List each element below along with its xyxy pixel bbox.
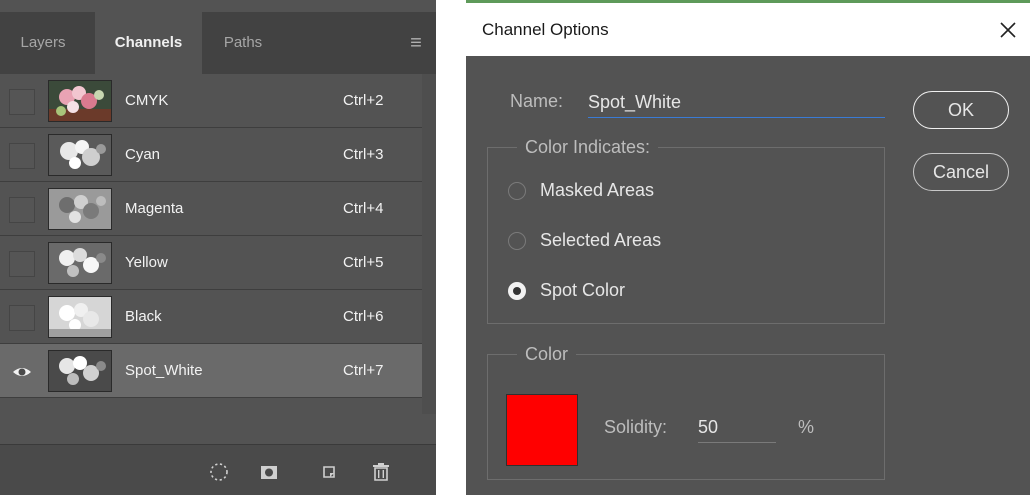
visibility-toggle[interactable] — [9, 359, 35, 385]
channel-row-spot-white[interactable]: Spot_White Ctrl+7 — [0, 344, 422, 398]
channel-row-yellow[interactable]: Yellow Ctrl+5 — [0, 236, 422, 290]
visibility-toggle[interactable] — [9, 305, 35, 331]
channels-panel: Layers Channels Paths ≡ CMYK Ctrl+2 Cyan… — [0, 0, 436, 495]
channel-thumbnail — [48, 80, 112, 122]
trash-icon[interactable] — [370, 461, 392, 483]
channel-shortcut: Ctrl+5 — [343, 254, 384, 271]
name-input[interactable]: Spot_White — [588, 88, 885, 118]
cancel-button[interactable]: Cancel — [913, 153, 1009, 191]
dialog-titlebar: Channel Options — [466, 3, 1030, 56]
color-indicates-group: Color Indicates: Masked Areas Selected A… — [487, 136, 885, 324]
channel-thumbnail — [48, 242, 112, 284]
percent-label: % — [798, 417, 815, 437]
visibility-toggle[interactable] — [9, 89, 35, 115]
channel-name: Spot_White — [125, 362, 203, 379]
color-legend: Color — [517, 343, 577, 365]
channel-row-cyan[interactable]: Cyan Ctrl+3 — [0, 128, 422, 182]
channel-name: CMYK — [125, 92, 169, 109]
solidity-label: Solidity: — [604, 417, 668, 437]
selected-areas-label[interactable]: Selected Areas — [540, 230, 661, 251]
channel-thumbnail — [48, 188, 112, 230]
channel-row-cmyk[interactable]: CMYK Ctrl+2 — [0, 74, 422, 128]
spot-color-radio[interactable] — [508, 282, 526, 300]
channel-thumbnail — [48, 350, 112, 392]
color-indicates-legend: Color Indicates: — [517, 136, 659, 158]
ok-button[interactable]: OK — [913, 91, 1009, 129]
channel-name: Cyan — [125, 146, 161, 163]
load-selection-icon[interactable] — [208, 461, 230, 483]
channel-shortcut: Ctrl+4 — [343, 200, 384, 217]
channel-shortcut: Ctrl+6 — [343, 308, 384, 325]
tab-paths[interactable]: Paths — [202, 12, 284, 74]
masked-areas-radio[interactable] — [508, 182, 526, 200]
channel-name: Black — [125, 308, 162, 325]
channel-row-magenta[interactable]: Magenta Ctrl+4 — [0, 182, 422, 236]
eye-icon — [13, 368, 31, 376]
close-icon[interactable] — [988, 10, 1028, 50]
new-channel-icon[interactable] — [320, 461, 342, 483]
name-label: Name: — [510, 91, 564, 111]
dialog-title: Channel Options — [482, 20, 609, 39]
masked-areas-label[interactable]: Masked Areas — [540, 180, 654, 201]
channel-options-dialog: Channel Options Name: Spot_White OK Canc… — [466, 0, 1030, 495]
save-selection-mask-icon[interactable] — [258, 461, 280, 483]
channel-thumbnail — [48, 296, 112, 338]
visibility-toggle[interactable] — [9, 143, 35, 169]
panel-tab-bar: Layers Channels Paths ≡ — [0, 12, 436, 74]
tab-layers[interactable]: Layers — [0, 12, 86, 74]
panel-scrollbar[interactable] — [422, 74, 436, 414]
solidity-input[interactable]: 50 — [698, 413, 776, 443]
channel-shortcut: Ctrl+3 — [343, 146, 384, 163]
panel-footer — [0, 444, 436, 495]
color-group: Color Solidity: 50 % — [487, 343, 885, 480]
channel-shortcut: Ctrl+7 — [343, 362, 384, 379]
channel-shortcut: Ctrl+2 — [343, 92, 384, 109]
visibility-toggle[interactable] — [9, 197, 35, 223]
spot-color-label[interactable]: Spot Color — [540, 280, 625, 301]
channel-row-black[interactable]: Black Ctrl+6 — [0, 290, 422, 344]
channel-thumbnail — [48, 134, 112, 176]
channel-name: Magenta — [125, 200, 184, 217]
visibility-toggle[interactable] — [9, 251, 35, 277]
color-swatch[interactable] — [506, 394, 578, 466]
tab-channels[interactable]: Channels — [95, 12, 202, 74]
channel-name: Yellow — [125, 254, 168, 271]
selected-areas-radio[interactable] — [508, 232, 526, 250]
hamburger-menu-icon[interactable]: ≡ — [402, 12, 430, 74]
